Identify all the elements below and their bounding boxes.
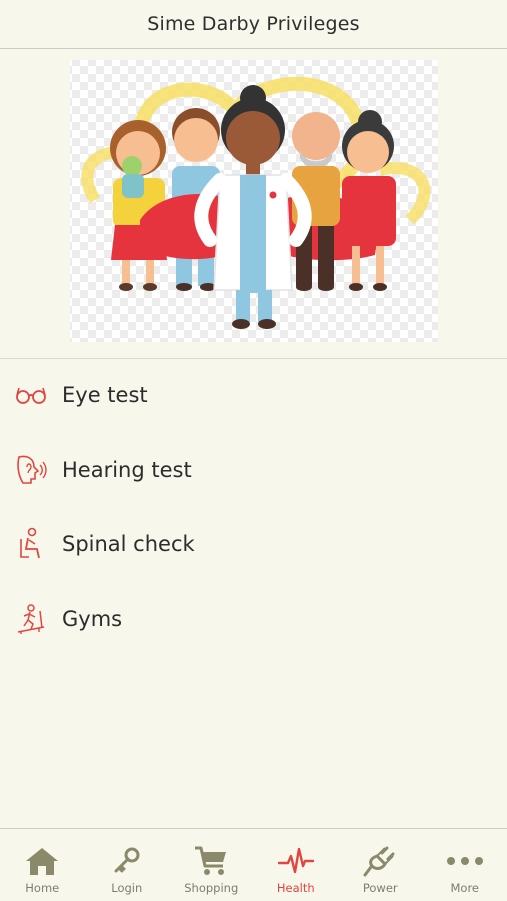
tab-label: Login bbox=[111, 881, 142, 895]
tab-home[interactable]: Home bbox=[0, 829, 85, 901]
health-team-illustration bbox=[0, 50, 507, 358]
menu-item-label: Hearing test bbox=[62, 458, 192, 482]
tab-label: Shopping bbox=[184, 881, 238, 895]
tab-label: More bbox=[450, 881, 479, 895]
menu-item-gyms[interactable]: Gyms bbox=[0, 582, 507, 657]
heartbeat-icon bbox=[277, 844, 315, 878]
bottom-tab-bar: Home Login Shopping Health bbox=[0, 828, 507, 901]
key-icon bbox=[108, 844, 146, 878]
plug-icon bbox=[361, 844, 399, 878]
tab-label: Power bbox=[363, 881, 398, 895]
tab-login[interactable]: Login bbox=[85, 829, 170, 901]
hero-banner bbox=[0, 50, 507, 359]
menu-item-label: Gyms bbox=[62, 607, 122, 631]
home-icon bbox=[23, 844, 61, 878]
more-dots-icon bbox=[446, 844, 484, 878]
tab-label: Home bbox=[25, 881, 59, 895]
tab-more[interactable]: More bbox=[423, 829, 507, 901]
spinal-icon bbox=[14, 527, 48, 561]
health-menu-list: Eye test Hearing test Spinal check bbox=[0, 358, 507, 656]
treadmill-icon bbox=[14, 602, 48, 636]
cart-icon bbox=[192, 844, 230, 878]
tab-health[interactable]: Health bbox=[254, 829, 339, 901]
menu-item-hearing-test[interactable]: Hearing test bbox=[0, 433, 507, 508]
menu-item-label: Spinal check bbox=[62, 532, 195, 556]
header-bar: Sime Darby Privileges bbox=[0, 0, 507, 49]
menu-item-label: Eye test bbox=[62, 383, 148, 407]
menu-item-eye-test[interactable]: Eye test bbox=[0, 358, 507, 433]
tab-shopping[interactable]: Shopping bbox=[169, 829, 254, 901]
page-title: Sime Darby Privileges bbox=[147, 13, 360, 35]
menu-item-spinal-check[interactable]: Spinal check bbox=[0, 507, 507, 582]
hearing-icon bbox=[14, 453, 48, 487]
eye-glasses-icon bbox=[14, 378, 48, 412]
tab-power[interactable]: Power bbox=[338, 829, 423, 901]
tab-label: Health bbox=[277, 881, 315, 895]
